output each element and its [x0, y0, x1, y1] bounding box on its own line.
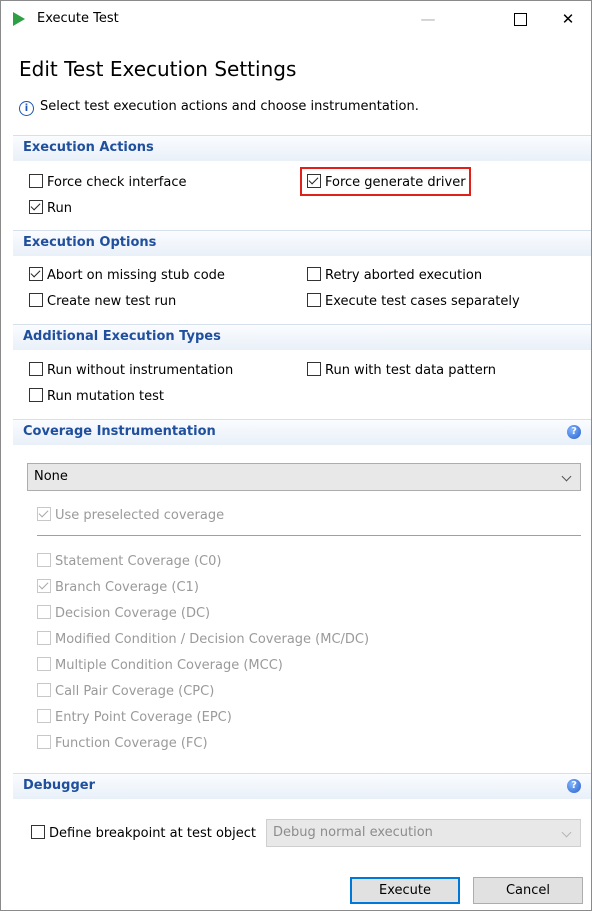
checkbox-label: Function Coverage (FC)	[55, 736, 208, 751]
checkbox-box[interactable]	[37, 683, 51, 697]
checkbox-label: Decision Coverage (DC)	[55, 606, 211, 621]
section-title: Debugger	[23, 778, 96, 793]
checkbox-label: Entry Point Coverage (EPC)	[55, 710, 232, 725]
divider	[37, 535, 581, 536]
checkbox-label: Run without instrumentation	[47, 363, 234, 378]
title-bar: Execute Test — ✕	[1, 1, 591, 37]
run-mutation-test-checkbox[interactable]: Run mutation test	[29, 388, 164, 405]
section-execution-actions[interactable]: Execution Actions	[13, 135, 591, 161]
coverage-item-epc[interactable]: Entry Point Coverage (EPC)	[37, 709, 232, 726]
define-breakpoint-checkbox[interactable]: Define breakpoint at test object	[31, 825, 256, 842]
section-coverage-instrumentation[interactable]: Coverage Instrumentation ?	[13, 419, 591, 445]
checkbox-box[interactable]	[37, 605, 51, 619]
coverage-item-dc[interactable]: Decision Coverage (DC)	[37, 605, 210, 622]
checkbox-label: Multiple Condition Coverage (MCC)	[55, 658, 283, 673]
coverage-item-fc[interactable]: Function Coverage (FC)	[37, 735, 208, 752]
dialog-heading: Edit Test Execution Settings	[19, 57, 297, 81]
checkbox-box[interactable]	[37, 579, 51, 593]
play-icon	[13, 12, 25, 26]
minimize-button[interactable]: —	[405, 1, 451, 37]
execute-button[interactable]: Execute	[350, 877, 460, 904]
checkbox-label: Retry aborted execution	[325, 268, 483, 283]
run-test-data-pattern-checkbox[interactable]: Run with test data pattern	[307, 362, 496, 379]
checkbox-label: Execute test cases separately	[325, 294, 520, 309]
use-preselected-coverage-checkbox[interactable]: Use preselected coverage	[37, 507, 224, 524]
retry-aborted-checkbox[interactable]: Retry aborted execution	[307, 267, 482, 284]
help-icon[interactable]: ?	[567, 779, 581, 793]
section-additional-execution-types[interactable]: Additional Execution Types	[13, 324, 591, 350]
chevron-down-icon	[561, 471, 572, 482]
checkbox-label: Statement Coverage (C0)	[55, 554, 222, 569]
checkbox-box[interactable]	[29, 267, 43, 281]
maximize-icon	[513, 13, 527, 26]
checkbox-label: Define breakpoint at test object	[49, 826, 257, 841]
help-icon[interactable]: ?	[567, 425, 581, 439]
cancel-button[interactable]: Cancel	[473, 877, 583, 904]
checkbox-box[interactable]	[29, 174, 43, 188]
section-title: Coverage Instrumentation	[23, 424, 216, 439]
chevron-down-icon	[561, 827, 572, 838]
run-without-instrumentation-checkbox[interactable]: Run without instrumentation	[29, 362, 233, 379]
checkbox-box[interactable]	[37, 507, 51, 521]
checkbox-box[interactable]	[31, 825, 45, 839]
checkbox-box[interactable]	[29, 388, 43, 402]
coverage-item-mcdc[interactable]: Modified Condition / Decision Coverage (…	[37, 631, 369, 648]
execute-separately-checkbox[interactable]: Execute test cases separately	[307, 293, 520, 310]
abort-missing-stub-checkbox[interactable]: Abort on missing stub code	[29, 267, 225, 284]
force-check-interface-checkbox[interactable]: Force check interface	[29, 174, 186, 191]
window-title: Execute Test	[37, 11, 119, 26]
execute-test-dialog: Execute Test — ✕ Edit Test Execution Set…	[0, 0, 592, 911]
checkbox-label: Branch Coverage (C1)	[55, 580, 199, 595]
info-text: Select test execution actions and choose…	[40, 99, 419, 114]
checkbox-box[interactable]	[307, 267, 321, 281]
coverage-select[interactable]: None	[27, 463, 581, 491]
checkbox-box[interactable]	[29, 293, 43, 307]
close-button[interactable]: ✕	[545, 1, 591, 37]
maximize-button[interactable]	[497, 1, 543, 37]
create-new-test-run-checkbox[interactable]: Create new test run	[29, 293, 176, 310]
checkbox-label: Call Pair Coverage (CPC)	[55, 684, 215, 699]
section-debugger[interactable]: Debugger ?	[13, 773, 591, 799]
checkbox-box[interactable]	[37, 631, 51, 645]
checkbox-box[interactable]	[37, 735, 51, 749]
info-icon: i	[19, 101, 34, 116]
run-checkbox[interactable]: Run	[29, 200, 72, 217]
checkbox-box[interactable]	[37, 553, 51, 567]
info-message: i Select test execution actions and choos…	[19, 99, 419, 116]
coverage-select-value: None	[34, 469, 68, 484]
checkbox-label: Create new test run	[47, 294, 177, 309]
checkbox-box[interactable]	[307, 362, 321, 376]
checkbox-box[interactable]	[37, 709, 51, 723]
checkbox-box[interactable]	[307, 293, 321, 307]
checkbox-label: Abort on missing stub code	[47, 268, 225, 283]
debug-mode-value: Debug normal execution	[273, 825, 433, 840]
checkbox-box[interactable]	[37, 657, 51, 671]
highlight-box	[300, 167, 471, 196]
section-execution-options[interactable]: Execution Options	[13, 230, 591, 256]
coverage-item-cpc[interactable]: Call Pair Coverage (CPC)	[37, 683, 214, 700]
checkbox-label: Run mutation test	[47, 389, 165, 404]
checkbox-label: Modified Condition / Decision Coverage (…	[55, 632, 370, 647]
coverage-item-c1[interactable]: Branch Coverage (C1)	[37, 579, 199, 596]
debug-mode-select[interactable]: Debug normal execution	[266, 819, 581, 847]
checkbox-label: Run with test data pattern	[325, 363, 497, 378]
coverage-item-mcc[interactable]: Multiple Condition Coverage (MCC)	[37, 657, 283, 674]
checkbox-box[interactable]	[29, 200, 43, 214]
coverage-item-c0[interactable]: Statement Coverage (C0)	[37, 553, 221, 570]
checkbox-box[interactable]	[29, 362, 43, 376]
checkbox-label: Run	[47, 201, 72, 216]
checkbox-label: Use preselected coverage	[55, 508, 225, 523]
checkbox-label: Force check interface	[47, 175, 187, 190]
